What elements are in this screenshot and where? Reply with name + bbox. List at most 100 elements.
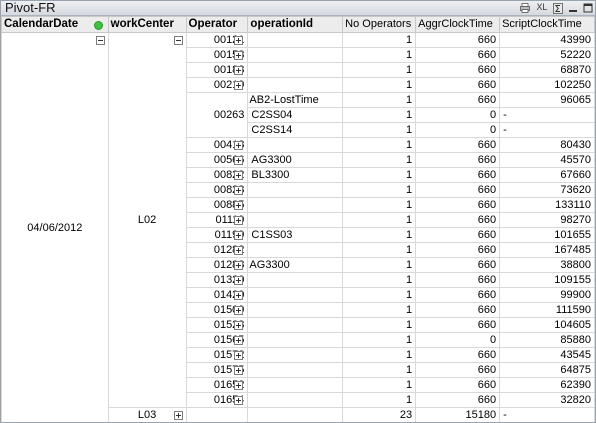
operationid-cell[interactable] xyxy=(247,362,344,378)
expand-icon[interactable] xyxy=(234,186,244,195)
expand-icon[interactable] xyxy=(234,381,244,390)
workcenter-cell[interactable]: L03 xyxy=(107,407,187,422)
operationid-cell[interactable] xyxy=(247,347,344,363)
expand-icon[interactable] xyxy=(234,66,244,75)
print-icon[interactable] xyxy=(520,3,530,14)
no-operators-cell: 1 xyxy=(342,242,417,258)
operator-cell[interactable]: 01420 xyxy=(185,287,249,303)
operationid-cell[interactable]: C2SS14 xyxy=(247,122,344,138)
expand-icon[interactable] xyxy=(234,276,244,285)
expand-icon[interactable] xyxy=(234,51,244,60)
aggr-clock-time-cell: 660 xyxy=(415,152,501,168)
aggr-clock-time-cell: 660 xyxy=(415,32,501,48)
operator-cell[interactable]: 01654 xyxy=(185,392,249,408)
expand-icon[interactable] xyxy=(234,141,244,150)
operator-cell[interactable]: 01652 xyxy=(185,377,249,393)
col-header-scriptclocktime[interactable]: ScriptClockTime xyxy=(499,16,595,33)
operationid-cell[interactable]: AG3300 xyxy=(247,152,344,168)
expand-icon[interactable] xyxy=(234,366,244,375)
workcenter-cell[interactable]: L02 xyxy=(107,32,187,408)
operationid-cell[interactable] xyxy=(247,137,344,153)
operationid-cell[interactable] xyxy=(247,197,344,213)
aggr-clock-time-cell: 660 xyxy=(415,272,501,288)
collapse-icon[interactable] xyxy=(173,36,183,45)
operator-cell[interactable]: 00121 xyxy=(185,32,249,48)
operationid-cell[interactable] xyxy=(247,242,344,258)
operator-cell[interactable]: 00885 xyxy=(185,197,249,213)
operator-cell[interactable]: 01523 xyxy=(185,317,249,333)
operationid-cell[interactable]: BL3300 xyxy=(247,167,344,183)
operationid-cell[interactable] xyxy=(247,302,344,318)
expand-icon[interactable] xyxy=(234,246,244,255)
aggr-clock-time-cell: 0 xyxy=(415,332,501,348)
operationid-cell[interactable]: C2SS04 xyxy=(247,107,344,123)
col-header-calendardate[interactable]: CalendarDate xyxy=(1,16,109,33)
calendar-date-cell[interactable]: 04/06/2012 xyxy=(1,32,109,422)
expand-icon[interactable] xyxy=(234,36,244,45)
operator-cell[interactable]: 01320 xyxy=(185,272,249,288)
operator-cell[interactable]: 00566 xyxy=(185,152,249,168)
operationid-cell[interactable] xyxy=(247,182,344,198)
aggr-clock-time-cell: 660 xyxy=(415,227,501,243)
operator-cell[interactable]: 00188 xyxy=(185,62,249,78)
expand-icon[interactable] xyxy=(234,231,244,240)
operator-cell[interactable]: 00153 xyxy=(185,47,249,63)
expand-icon[interactable] xyxy=(234,216,244,225)
operator-cell[interactable]: 01572 xyxy=(185,347,249,363)
operationid-value: C2SS04 xyxy=(251,109,293,121)
col-header-operationid[interactable]: operationId xyxy=(247,16,344,33)
operator-cell[interactable]: 00418 xyxy=(185,137,249,153)
operator-cell[interactable]: 01199 xyxy=(185,227,249,243)
operationid-cell[interactable]: AB2-LostTime xyxy=(247,92,344,108)
script-clock-time-cell: 98270 xyxy=(499,212,595,228)
operationid-cell[interactable] xyxy=(247,272,344,288)
operator-cell[interactable]: 00219 xyxy=(185,77,249,93)
operationid-cell[interactable] xyxy=(247,47,344,63)
expand-icon[interactable] xyxy=(234,156,244,165)
operationid-cell[interactable]: C1SS03 xyxy=(247,227,344,243)
expand-icon[interactable] xyxy=(234,336,244,345)
expand-icon[interactable] xyxy=(173,411,183,420)
operator-cell[interactable]: 01575 xyxy=(185,362,249,378)
col-header-workcenter[interactable]: workCenter xyxy=(107,16,187,33)
aggr-clock-time-cell: 660 xyxy=(415,137,501,153)
expand-icon[interactable] xyxy=(234,291,244,300)
operationid-cell[interactable]: AG3300 xyxy=(247,257,344,273)
operationid-cell[interactable] xyxy=(247,212,344,228)
expand-icon[interactable] xyxy=(234,396,244,405)
expand-icon[interactable] xyxy=(234,81,244,90)
operationid-cell[interactable] xyxy=(247,62,344,78)
expand-icon[interactable] xyxy=(234,201,244,210)
operator-cell[interactable]: 00822 xyxy=(185,167,249,183)
operator-cell[interactable]: 00828 xyxy=(185,182,249,198)
expand-icon[interactable] xyxy=(234,306,244,315)
maximize-icon[interactable] xyxy=(583,3,593,14)
collapse-icon[interactable] xyxy=(95,36,105,45)
operator-cell[interactable]: 01119 xyxy=(185,212,249,228)
operator-value: 00263 xyxy=(213,109,245,121)
operator-cell[interactable]: 01282 xyxy=(185,242,249,258)
operationid-cell[interactable] xyxy=(247,77,344,93)
expand-icon[interactable] xyxy=(234,321,244,330)
minimize-icon[interactable] xyxy=(568,3,578,14)
script-clock-time-cell: 32820 xyxy=(499,392,595,408)
col-header-aggrclocktime[interactable]: AggrClockTime xyxy=(415,16,501,33)
operationid-cell[interactable] xyxy=(247,32,344,48)
expand-icon[interactable] xyxy=(234,171,244,180)
operator-cell[interactable]: 01288 xyxy=(185,257,249,273)
export-excel-icon[interactable]: XL xyxy=(535,3,548,14)
col-header-no-operators[interactable]: No Operators xyxy=(342,16,417,33)
operator-cell[interactable]: 01509 xyxy=(185,302,249,318)
expand-icon[interactable] xyxy=(234,261,244,270)
sum-icon[interactable] xyxy=(553,2,563,14)
operator-cell[interactable]: 01565 xyxy=(185,332,249,348)
operator-cell[interactable]: 00263 xyxy=(185,92,249,138)
aggr-clock-time-cell: 660 xyxy=(415,257,501,273)
operationid-cell[interactable] xyxy=(247,392,344,408)
operationid-cell[interactable] xyxy=(247,377,344,393)
col-header-operator[interactable]: Operator xyxy=(185,16,249,33)
operationid-cell[interactable] xyxy=(247,287,344,303)
operationid-cell[interactable] xyxy=(247,332,344,348)
expand-icon[interactable] xyxy=(234,351,244,360)
operationid-cell[interactable] xyxy=(247,317,344,333)
